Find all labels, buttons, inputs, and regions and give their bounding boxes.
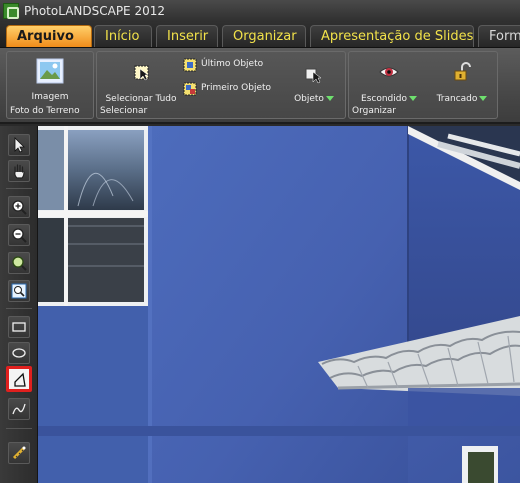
house-photo: [38, 126, 520, 483]
trancado-dropdown-button[interactable]: Trancado: [429, 54, 495, 106]
zoom-fit-tool-button[interactable]: [8, 280, 30, 302]
magnifier-icon: [12, 256, 27, 271]
selecionar-tudo-button[interactable]: Selecionar Tudo: [103, 54, 179, 106]
toolbar-divider: [6, 308, 32, 309]
ribbon: Imagem Foto do Terreno Selecionar Tudo Ú…: [0, 48, 520, 124]
rectangle-icon: [12, 322, 26, 332]
escondido-dropdown-button[interactable]: Escondido: [353, 54, 425, 106]
first-object-icon: [183, 82, 197, 96]
ultimo-objeto-button[interactable]: Último Objeto: [183, 58, 283, 74]
objeto-dropdown-button[interactable]: Objeto: [287, 54, 341, 106]
chevron-down-icon: [325, 96, 334, 101]
pointer-tool-button[interactable]: [8, 134, 30, 156]
ribbon-tab-bar: Arquivo Início Inserir Organizar Apresen…: [0, 22, 520, 48]
tab-organizar[interactable]: Organizar: [222, 25, 306, 47]
primeiro-objeto-label: Primeiro Objeto: [201, 83, 272, 93]
object-icon: [305, 68, 322, 84]
tab-inicio[interactable]: Início: [94, 25, 152, 47]
group-label-organizar: Organizar: [352, 106, 396, 116]
ellipse-tool-button[interactable]: [8, 342, 30, 364]
title-bar: PhotoLANDSCAPE 2012: [0, 0, 520, 22]
tab-apresentacao-de-slides[interactable]: Apresentação de Slides: [310, 25, 474, 47]
chevron-down-icon: [479, 96, 488, 101]
escondido-label: Escondido: [361, 94, 407, 104]
zoom-fit-icon: [11, 283, 27, 299]
group-label-selecionar: Selecionar: [100, 106, 148, 116]
ellipse-icon: [12, 348, 26, 358]
tab-inserir[interactable]: Inserir: [156, 25, 218, 47]
ultimo-objeto-label: Último Objeto: [201, 59, 264, 69]
app-logo-icon[interactable]: [3, 3, 19, 19]
group-organizar: Escondido Trancado Organizar: [348, 51, 498, 119]
image-icon: [36, 58, 64, 84]
primeiro-objeto-button[interactable]: Primeiro Objeto: [183, 82, 283, 98]
terrain-photo-canvas[interactable]: [38, 126, 520, 483]
window-title: PhotoLANDSCAPE 2012: [24, 4, 165, 18]
zoom-area-tool-button[interactable]: [8, 252, 30, 274]
selecionar-tudo-label: Selecionar Tudo: [105, 94, 177, 104]
rectangle-tool-button[interactable]: [8, 316, 30, 338]
freeform-curve-icon: [12, 403, 26, 415]
measure-tool-button[interactable]: [8, 442, 30, 464]
trancado-label: Trancado: [436, 94, 478, 104]
imagem-button[interactable]: Imagem: [15, 54, 85, 106]
last-object-icon: [183, 58, 197, 72]
left-toolbar: [0, 126, 38, 483]
zoom-out-icon: [12, 228, 27, 243]
tab-formatar[interactable]: Form: [478, 25, 520, 47]
chevron-down-icon: [408, 96, 417, 101]
objeto-label: Objeto: [294, 94, 324, 104]
zoom-in-icon: [12, 200, 27, 215]
hand-icon: [14, 164, 25, 179]
polygon-icon: [14, 372, 26, 387]
zoom-in-tool-button[interactable]: [8, 196, 30, 218]
padlock-icon: [454, 62, 471, 81]
polygon-tool-button[interactable]: [6, 366, 32, 392]
select-all-icon: [134, 65, 149, 81]
eye-icon: [379, 67, 399, 77]
toolbar-divider: [6, 428, 32, 429]
group-foto-do-terreno: Imagem Foto do Terreno: [6, 51, 94, 119]
group-selecionar: Selecionar Tudo Último Objeto Primeiro O…: [96, 51, 346, 119]
pan-tool-button[interactable]: [8, 160, 30, 182]
tab-arquivo[interactable]: Arquivo: [6, 25, 92, 47]
curve-tool-button[interactable]: [8, 398, 30, 420]
imagem-label: Imagem: [31, 92, 69, 102]
toolbar-divider: [6, 188, 32, 189]
group-label-foto-do-terreno: Foto do Terreno: [10, 106, 80, 116]
arrow-cursor-icon: [14, 137, 25, 153]
zoom-out-tool-button[interactable]: [8, 224, 30, 246]
measure-icon: [12, 446, 26, 460]
